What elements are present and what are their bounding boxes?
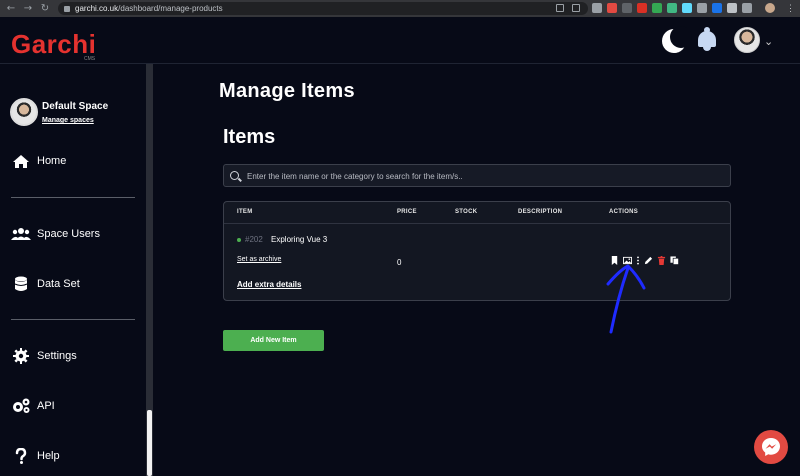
- extension-icon[interactable]: [697, 3, 707, 13]
- extension-icon[interactable]: [712, 3, 722, 13]
- lock-icon: [64, 5, 70, 12]
- menu-icon[interactable]: ⋮: [786, 3, 795, 13]
- space-avatar[interactable]: [10, 98, 38, 126]
- users-icon: [11, 226, 31, 242]
- sidebar-divider: [11, 197, 135, 198]
- manage-spaces-link[interactable]: Manage spaces: [42, 117, 94, 124]
- address-bar[interactable]: garchi.co.uk/dashboard/manage-products: [58, 2, 588, 15]
- scrollbar-thumb[interactable]: [147, 410, 152, 476]
- forward-icon[interactable]: →: [22, 3, 34, 15]
- profile-avatar[interactable]: [765, 3, 775, 13]
- sidebar-divider: [11, 319, 135, 320]
- back-icon[interactable]: ←: [5, 3, 17, 15]
- search-box: [223, 164, 731, 187]
- user-avatar[interactable]: [734, 27, 760, 53]
- question-icon: [11, 448, 31, 464]
- logo-subtitle: CMS: [84, 56, 96, 62]
- sidebar-item-label: Help: [37, 450, 60, 462]
- status-dot: [237, 238, 241, 242]
- browser-toolbar: ← → ↻ garchi.co.uk/dashboard/manage-prod…: [0, 0, 800, 17]
- sidebar-item-label: Home: [37, 155, 67, 167]
- column-header: PRICE: [397, 209, 417, 215]
- extension-icon[interactable]: [637, 3, 647, 13]
- chevron-down-icon[interactable]: ⌄: [764, 35, 773, 48]
- vue-devtools-icon[interactable]: [667, 3, 677, 13]
- messenger-icon: [762, 438, 780, 456]
- extension-icon[interactable]: [652, 3, 662, 13]
- url-text: garchi.co.uk/dashboard/manage-products: [75, 4, 223, 13]
- item-id: #202: [245, 235, 263, 244]
- extension-icon[interactable]: [607, 3, 617, 13]
- gears-icon: [11, 398, 31, 414]
- sidebar-item-settings[interactable]: Settings: [11, 346, 77, 366]
- add-new-item-button[interactable]: Add New Item: [223, 330, 324, 351]
- space-name: Default Space: [42, 101, 109, 112]
- moon-icon[interactable]: [662, 26, 692, 53]
- sidebar-item-api[interactable]: API: [11, 396, 55, 416]
- extension-icon[interactable]: [592, 3, 602, 13]
- share-icon[interactable]: [556, 4, 564, 12]
- reload-icon[interactable]: ↻: [39, 3, 51, 15]
- search-input[interactable]: [247, 168, 717, 184]
- sidebar-item-data-set[interactable]: Data Set: [11, 274, 80, 294]
- sidebar-item-label: Settings: [37, 350, 77, 362]
- extensions-bar: [592, 3, 752, 13]
- column-header: ACTIONS: [609, 209, 639, 215]
- item-name: Exploring Vue 3: [271, 235, 328, 244]
- extension-icon[interactable]: [622, 3, 632, 13]
- react-devtools-icon[interactable]: [682, 3, 692, 13]
- app-header: Garchi CMS ⌄: [0, 17, 800, 64]
- header-divider: [224, 223, 730, 224]
- copy-icon[interactable]: [670, 256, 679, 265]
- sidebar-item-label: Data Set: [37, 278, 80, 290]
- set-archive-link[interactable]: Set as archive: [237, 256, 281, 263]
- search-icon: [230, 171, 239, 180]
- gear-icon: [11, 348, 31, 364]
- home-icon: [11, 153, 31, 169]
- bell-icon[interactable]: [696, 25, 718, 53]
- sidebar-item-label: API: [37, 400, 55, 412]
- column-header: DESCRIPTION: [518, 209, 563, 215]
- star-icon[interactable]: [572, 4, 580, 12]
- annotation-arrow: [606, 264, 646, 334]
- add-extra-details-link[interactable]: Add extra details: [237, 280, 301, 289]
- puzzle-icon[interactable]: [727, 3, 737, 13]
- sidebar-item-label: Space Users: [37, 228, 100, 240]
- page-title: Manage Items: [219, 80, 355, 102]
- item-price: 0: [397, 258, 402, 267]
- sidebar-item-home[interactable]: Home: [11, 151, 66, 171]
- sidebar-item-help[interactable]: Help: [11, 446, 60, 466]
- section-title: Items: [223, 126, 276, 148]
- messenger-chat-button[interactable]: [754, 430, 788, 464]
- sidebar-icon[interactable]: [742, 3, 752, 13]
- column-header: STOCK: [455, 209, 478, 215]
- database-icon: [11, 276, 31, 292]
- column-header: ITEM: [237, 209, 253, 215]
- sidebar-item-space-users[interactable]: Space Users: [11, 224, 100, 244]
